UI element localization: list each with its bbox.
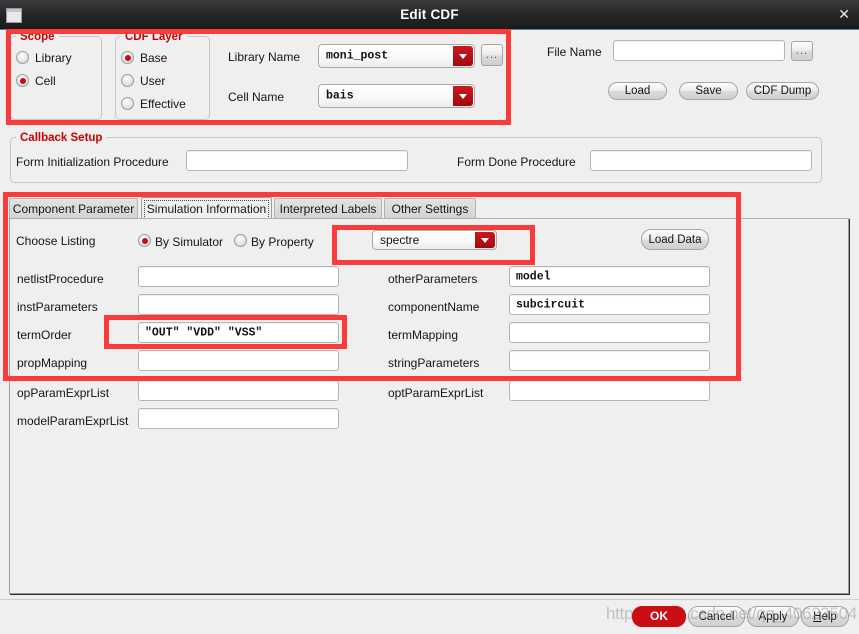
label-layer-effective: Effective (140, 97, 186, 111)
param-label-otherparameters: otherParameters (388, 272, 478, 286)
help-label: Help (802, 611, 848, 623)
save-button[interactable]: Save (679, 82, 738, 100)
close-icon[interactable]: ✕ (838, 0, 850, 29)
file-browse-button[interactable]: ... (791, 41, 813, 61)
help-rest: elp (821, 610, 837, 623)
tab-other-settings-label: Other Settings (391, 202, 469, 216)
scope-legend: Scope (16, 31, 59, 43)
load-data-label: Load Data (648, 233, 702, 246)
tab-simulation-information[interactable]: Simulation Information (141, 197, 272, 219)
cell-name-value: bais (326, 89, 354, 103)
load-label: Load (624, 85, 651, 97)
choose-listing-label: Choose Listing (16, 234, 96, 248)
cell-name-combo[interactable]: bais (318, 84, 475, 108)
help-button[interactable]: Help (801, 606, 849, 627)
label-layer-base: Base (140, 51, 168, 65)
param-input-instparameters[interactable] (138, 294, 339, 315)
simulator-combo[interactable]: spectre (372, 230, 497, 250)
label-layer-user: User (140, 74, 166, 88)
load-button[interactable]: Load (608, 82, 667, 100)
param-input-termmapping[interactable] (509, 322, 710, 343)
param-label-propmapping: propMapping (17, 356, 88, 370)
tab-component-parameter[interactable]: Component Parameter (9, 198, 138, 219)
label-scope-cell: Cell (35, 74, 56, 88)
form-init-input[interactable] (186, 150, 408, 171)
cdf-dump-label: CDF Dump (753, 85, 812, 97)
ok-label-highlighted: OK (650, 609, 668, 623)
radio-scope-cell[interactable] (16, 74, 29, 87)
param-input-opparamexprlist[interactable] (138, 380, 339, 401)
param-input-componentname[interactable]: subcircuit (509, 294, 710, 315)
cdf-dump-button[interactable]: CDF Dump (746, 82, 819, 100)
param-input-termorder[interactable]: "OUT" "VDD" "VSS" (138, 322, 339, 343)
radio-scope-library[interactable] (16, 51, 29, 64)
tab-interpreted-labels[interactable]: Interpreted Labels (274, 198, 382, 219)
cdf-layer-legend: CDF Layer (121, 31, 187, 43)
cell-name-label: Cell Name (228, 90, 285, 104)
library-browse-label: ... (485, 49, 499, 61)
param-label-optparamexprlist: optParamExprList (388, 386, 484, 400)
param-input-propmapping[interactable] (138, 350, 339, 371)
library-name-value: moni_post (326, 49, 389, 63)
load-data-button[interactable]: Load Data (641, 229, 709, 250)
library-name-combo[interactable]: moni_post (318, 44, 475, 68)
param-label-instparameters: instParameters (17, 300, 98, 314)
file-browse-label: ... (795, 45, 809, 57)
radio-layer-user[interactable] (121, 74, 134, 87)
save-label: Save (695, 85, 722, 97)
label-scope-library: Library (35, 51, 72, 65)
chevron-down-icon[interactable] (453, 46, 473, 66)
form-done-input[interactable] (590, 150, 812, 171)
param-input-stringparameters[interactable] (509, 350, 710, 371)
radio-by-simulator[interactable] (138, 234, 151, 247)
cancel-button[interactable]: Cancel (688, 606, 745, 627)
tab-interpreted-labels-label: Interpreted Labels (279, 202, 377, 216)
chevron-down-icon[interactable] (475, 232, 495, 248)
form-done-label: Form Done Procedure (457, 155, 576, 169)
simulator-value: spectre (380, 233, 420, 247)
tab-focus-ring (144, 200, 269, 219)
cancel-label: Cancel (698, 610, 735, 623)
apply-label: Apply (758, 610, 788, 623)
window-title: Edit CDF (400, 7, 459, 22)
param-input-modelparamexprlist[interactable] (138, 408, 339, 429)
annotation-ok-button[interactable]: OK (632, 606, 686, 627)
edit-cdf-window: Edit CDF ✕ Scope Library Cell CDF Layer … (0, 0, 859, 634)
tab-other-settings[interactable]: Other Settings (384, 198, 476, 219)
radio-layer-effective[interactable] (121, 97, 134, 110)
param-value-componentname: subcircuit (516, 298, 586, 311)
radio-layer-base[interactable] (121, 51, 134, 64)
label-by-property: By Property (251, 235, 314, 249)
library-browse-button[interactable]: ... (481, 44, 503, 66)
param-value-termorder: "OUT" "VDD" "VSS" (145, 326, 263, 339)
param-label-termmapping: termMapping (388, 328, 459, 342)
form-init-label: Form Initialization Procedure (16, 155, 169, 169)
param-label-netlistprocedure: netlistProcedure (17, 272, 104, 286)
file-name-label: File Name (547, 45, 602, 59)
param-input-netlistprocedure[interactable] (138, 266, 339, 287)
param-input-otherparameters[interactable]: model (509, 266, 710, 287)
library-name-label: Library Name (228, 50, 301, 64)
chevron-down-icon[interactable] (453, 86, 473, 106)
param-label-modelparamexprlist: modelParamExprList (17, 414, 129, 428)
apply-button[interactable]: Apply (747, 606, 799, 627)
label-by-simulator: By Simulator (155, 235, 224, 249)
param-label-termorder: termOrder (17, 328, 72, 342)
tab-component-parameter-label: Component Parameter (12, 202, 135, 216)
param-label-stringparameters: stringParameters (388, 356, 480, 370)
window-titlebar: Edit CDF ✕ (0, 0, 859, 30)
param-value-otherparameters: model (516, 270, 551, 283)
param-label-componentname: componentName (388, 300, 480, 314)
param-input-optparamexprlist[interactable] (509, 380, 710, 401)
callback-legend: Callback Setup (16, 132, 107, 144)
radio-by-property[interactable] (234, 234, 247, 247)
file-name-input[interactable] (613, 40, 785, 61)
param-label-opparamexprlist: opParamExprList (17, 386, 110, 400)
